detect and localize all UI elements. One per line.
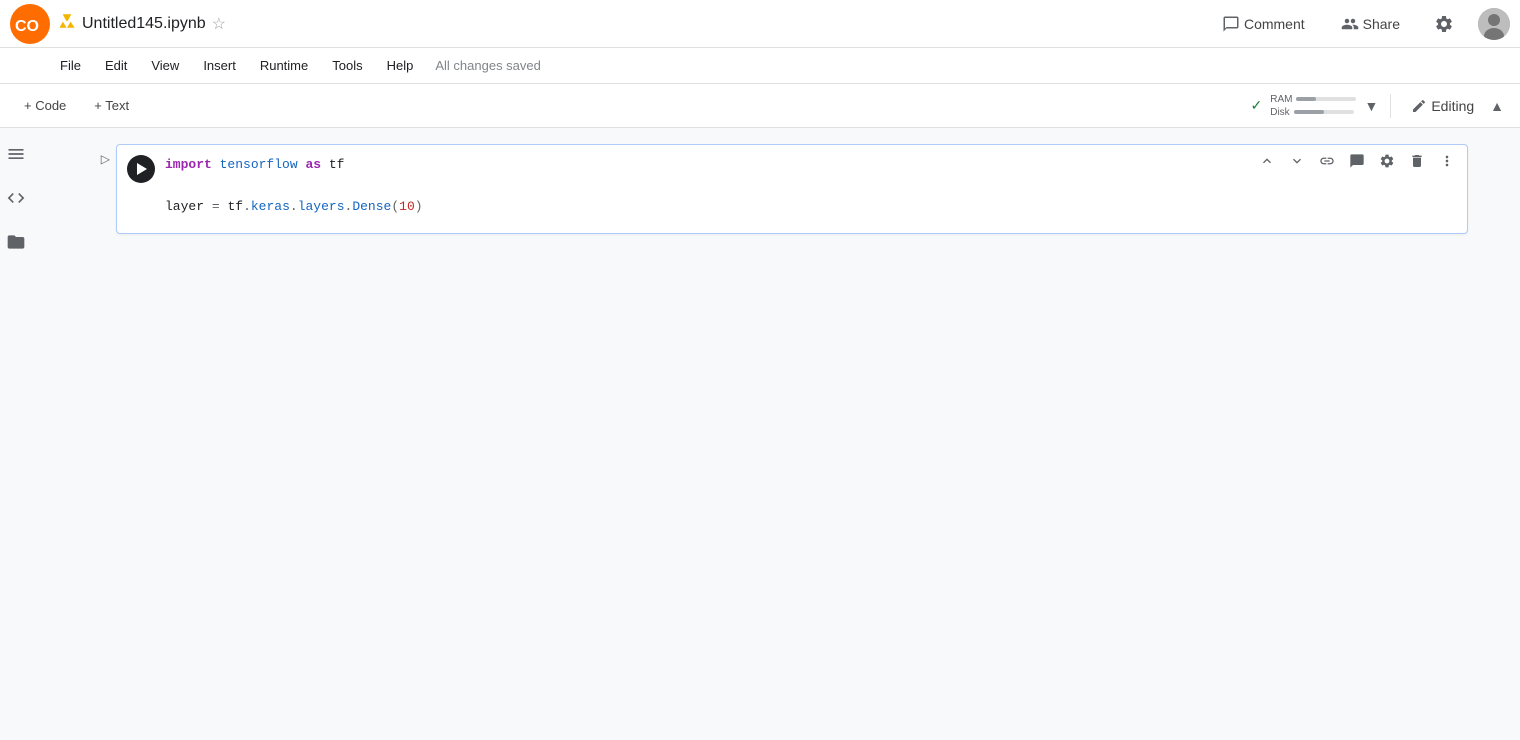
check-icon: ✓: [1251, 97, 1263, 114]
colab-logo[interactable]: CO: [10, 4, 50, 44]
comment-button[interactable]: Comment: [1212, 9, 1315, 39]
disk-progress-bg: [1294, 110, 1354, 114]
code-cell: import tensorflow as tf layer = tf.keras…: [116, 144, 1468, 234]
menu-tools[interactable]: Tools: [322, 54, 372, 77]
svg-text:CO: CO: [15, 18, 39, 35]
cell-toolbar: [1255, 149, 1459, 173]
add-text-button[interactable]: + Text: [86, 94, 137, 117]
add-code-button[interactable]: + Code: [16, 94, 74, 117]
add-code-label: + Code: [24, 98, 66, 113]
menu-file[interactable]: File: [50, 54, 91, 77]
editing-label: Editing: [1431, 98, 1474, 114]
cell-left-gutter: ▷: [76, 144, 116, 166]
share-button[interactable]: Share: [1331, 9, 1410, 39]
editing-button[interactable]: Editing: [1403, 94, 1482, 118]
more-options-button[interactable]: [1435, 149, 1459, 173]
star-icon[interactable]: ☆: [212, 14, 226, 34]
copy-link-button[interactable]: [1315, 149, 1339, 173]
ram-dropdown-arrow[interactable]: ▼: [1364, 98, 1378, 114]
sidebar-left: [0, 128, 32, 740]
main-area: ▷: [0, 128, 1520, 740]
disk-row: Disk: [1270, 107, 1356, 118]
toolbar-right: ✓ RAM Disk ▼ Editing ▲: [1251, 94, 1505, 118]
sidebar-code-icon[interactable]: [2, 184, 30, 212]
ram-disk-area: RAM Disk: [1270, 94, 1356, 118]
run-cell-button[interactable]: [127, 155, 155, 183]
file-title-area: Untitled145.ipynb ☆: [58, 12, 1212, 35]
file-title[interactable]: Untitled145.ipynb: [82, 15, 206, 33]
divider: [1390, 94, 1391, 118]
menu-help[interactable]: Help: [377, 54, 424, 77]
menu-view[interactable]: View: [141, 54, 189, 77]
sidebar-folder-icon[interactable]: [2, 228, 30, 256]
delete-cell-button[interactable]: [1405, 149, 1429, 173]
cell-wrapper: ▷: [76, 144, 1476, 234]
user-avatar[interactable]: [1478, 8, 1510, 40]
comment-label: Comment: [1244, 16, 1305, 32]
drive-icon: [58, 12, 76, 35]
toolbar: + Code + Text ✓ RAM Disk ▼: [0, 84, 1520, 128]
disk-label: Disk: [1270, 107, 1289, 118]
chevron-up-icon[interactable]: ▲: [1490, 98, 1504, 114]
cell-settings-button[interactable]: [1375, 149, 1399, 173]
header-bar: CO Untitled145.ipynb ☆ Comment Share: [0, 0, 1520, 48]
menu-insert[interactable]: Insert: [193, 54, 246, 77]
menu-edit[interactable]: Edit: [95, 54, 137, 77]
ram-progress-fill: [1296, 97, 1316, 101]
menu-runtime[interactable]: Runtime: [250, 54, 318, 77]
add-text-label: + Text: [94, 98, 129, 113]
menu-bar: File Edit View Insert Runtime Tools Help…: [0, 48, 1520, 84]
disk-progress-fill: [1294, 110, 1324, 114]
run-button-area: [117, 153, 165, 183]
ram-progress-bg: [1296, 97, 1356, 101]
move-down-button[interactable]: [1285, 149, 1309, 173]
move-up-button[interactable]: [1255, 149, 1279, 173]
all-changes-label: All changes saved: [435, 58, 541, 73]
settings-button[interactable]: [1426, 6, 1462, 42]
share-label: Share: [1363, 16, 1400, 32]
notebook-area: ▷: [32, 128, 1520, 740]
ram-row: RAM: [1270, 94, 1356, 105]
cell-expand-icon[interactable]: ▷: [101, 152, 110, 166]
sidebar-menu-icon[interactable]: [2, 140, 30, 168]
ram-label: RAM: [1270, 94, 1292, 105]
cell-comment-button[interactable]: [1345, 149, 1369, 173]
header-right: Comment Share: [1212, 6, 1510, 42]
